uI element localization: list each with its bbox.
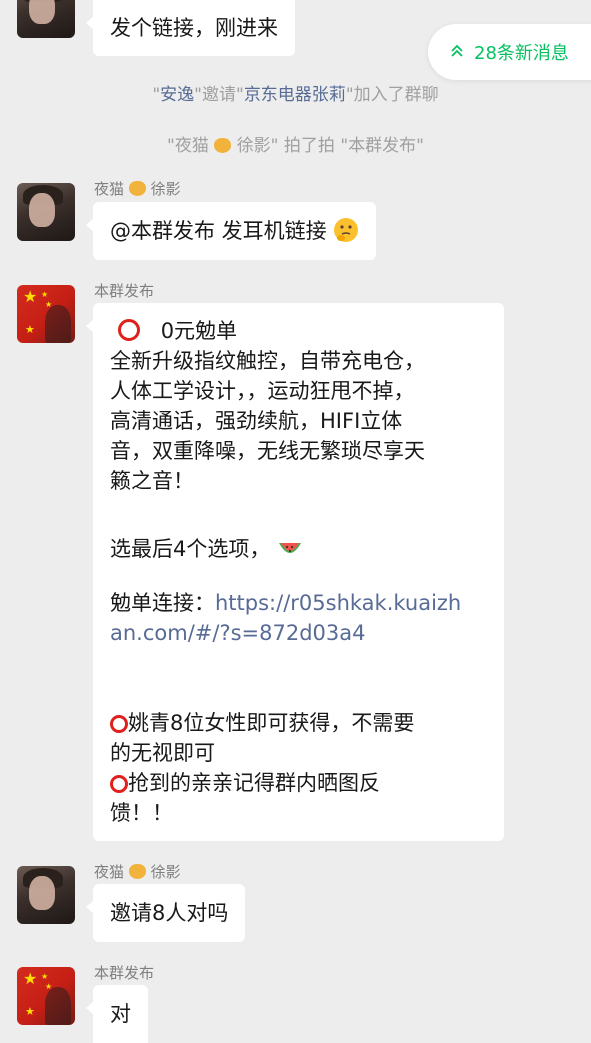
note-line: 馈！！ <box>110 801 173 825</box>
cat-face-emoji <box>214 138 232 153</box>
link-line: 勉单连接：https://r05shkak.kuaizh <box>110 591 462 615</box>
promo-line: 籁之音！ <box>110 469 194 493</box>
note-line: 姚青8位女性即可获得，不需要 <box>110 708 487 738</box>
avatar-yemao[interactable] <box>17 183 75 241</box>
message-bubble-5[interactable]: 对 <box>86 985 148 1043</box>
avatar-yemao[interactable] <box>17 866 75 924</box>
cat-face-emoji <box>128 864 146 879</box>
watermelon-emoji <box>279 543 302 553</box>
note-line: 抢到的亲亲记得群内晒图反 <box>110 768 487 798</box>
new-messages-label: 28条新消息 <box>474 43 569 64</box>
message-bubble-4[interactable]: 邀请8人对吗 <box>85 884 246 942</box>
invitee-link[interactable]: 京东电器张莉 <box>244 85 346 105</box>
promo-line: 高清通话，强劲续航，HIFI立体 <box>110 409 403 433</box>
sender-name: 本群发布 <box>94 964 155 982</box>
message-text: @本群发布 发耳机链接 <box>110 219 327 243</box>
promo-line: 全新升级指纹触控，自带充电仓， <box>110 349 425 373</box>
red-circle-emoji <box>110 715 128 733</box>
sender-name: 本群发布 <box>94 282 155 300</box>
thinking-face-emoji <box>334 218 359 242</box>
message-text: 邀请8人对吗 <box>110 901 229 925</box>
system-message-pat: "夜猫 徐影" 拍了拍 "本群发布" <box>167 136 424 156</box>
message-text: 对 <box>110 1002 131 1026</box>
avatar-benqun[interactable]: ★ ★ ★ ★ <box>17 285 75 343</box>
red-circle-emoji <box>110 775 128 793</box>
message-bubble-2[interactable]: @本群发布 发耳机链接 <box>85 202 377 260</box>
message-text: 发个链接，刚进来 <box>110 16 278 40</box>
select-instruction: 选最后4个选项， <box>110 534 487 564</box>
note-line: 的无视即可 <box>110 741 215 765</box>
promo-line: 人体工学设计，，运动狂甩不掉， <box>110 379 415 403</box>
avatar-yemao-top[interactable] <box>17 0 75 38</box>
system-message-invite: "安逸"邀请"京东电器张莉"加入了群聊 <box>152 85 439 105</box>
message-bubble-1[interactable]: 发个链接，刚进来 <box>86 0 295 56</box>
promo-link-cont[interactable]: an.com/#/?s=872d03a4 <box>110 618 487 648</box>
promo-title: 0元勉单 <box>110 316 487 346</box>
inviter-link[interactable]: 安逸 <box>160 85 194 105</box>
sender-name: 夜猫 徐影 <box>94 863 181 881</box>
red-circle-emoji <box>118 319 140 341</box>
new-messages-pill[interactable]: 28条新消息 <box>428 24 591 80</box>
double-chevron-up-icon <box>450 44 464 61</box>
message-bubble-3[interactable]: 0元勉单 全新升级指纹触控，自带充电仓， 人体工学设计，，运动狂甩不掉， 高清通… <box>86 303 504 841</box>
avatar-benqun[interactable]: ★ ★ ★ ★ <box>17 967 75 1025</box>
cat-face-emoji <box>128 181 146 196</box>
sender-name: 夜猫 徐影 <box>94 180 181 198</box>
promo-line: 音，双重降噪，无线无繁琐尽享天 <box>110 439 425 463</box>
promo-link[interactable]: https://r05shkak.kuaizh <box>215 591 461 615</box>
